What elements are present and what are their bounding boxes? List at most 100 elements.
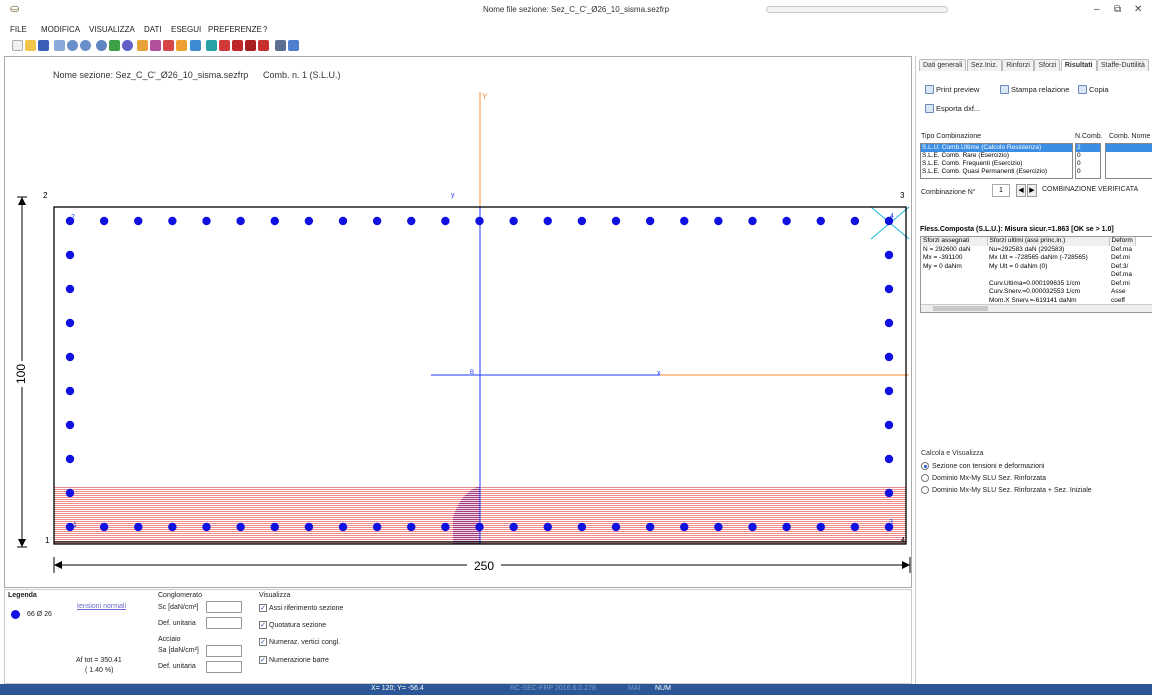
menu-preferenze[interactable]: PREFERENZE	[208, 25, 262, 34]
horizontal-scrollbar[interactable]	[921, 304, 1152, 312]
list-item[interactable]: S.L.E. Comb. Frequenti (Esercizio)	[921, 160, 1072, 168]
sc-field[interactable]	[206, 601, 242, 613]
option-label: Sezione con tensioni e deformazioni	[932, 462, 1045, 470]
check-numeraz-vertici[interactable]: ✓ Numeraz. vertici congl.	[259, 638, 340, 646]
open-icon[interactable]	[25, 40, 36, 51]
rebar	[202, 522, 211, 532]
esporta-dxf-button[interactable]: Esporta dxf...	[925, 104, 980, 113]
radio-selected-icon[interactable]	[921, 462, 929, 470]
checkbox-checked-icon[interactable]: ✓	[259, 604, 267, 612]
rebar	[65, 352, 75, 362]
rebar	[680, 522, 689, 532]
prev-combination-button[interactable]: ◀	[1016, 184, 1026, 197]
print-preview-button[interactable]: Print preview	[925, 85, 979, 94]
next-combination-button[interactable]: ▶	[1027, 184, 1037, 197]
copia-button[interactable]: Copia	[1078, 85, 1109, 94]
combination-number-field[interactable]: 1	[992, 184, 1010, 197]
menu-dati[interactable]: DATI	[144, 25, 162, 34]
menu-esegui[interactable]: ESEGUI	[171, 25, 201, 34]
num-indicator: NUM	[655, 685, 671, 692]
check-numerazione-barre[interactable]: ✓ Numerazione barre	[259, 656, 329, 664]
menu-visualizza[interactable]: VISUALIZZA	[89, 25, 135, 34]
list-item[interactable]: 2	[1076, 144, 1100, 152]
report-red-icon[interactable]	[219, 40, 230, 51]
radio-icon[interactable]	[921, 474, 929, 482]
pan-icon[interactable]	[109, 40, 120, 51]
option-sezione-tensioni[interactable]: Sezione con tensioni e deformazioni	[921, 460, 1151, 472]
tab-dati-generali[interactable]: Dati generali	[919, 59, 967, 71]
tab-sforzi[interactable]: Sforzi	[1034, 59, 1061, 71]
combination-name-list[interactable]	[1105, 143, 1152, 179]
section-icon[interactable]	[137, 40, 148, 51]
option-dominio-slu[interactable]: Dominio Mx-My SLU Sez. Rinforzata	[921, 472, 1151, 484]
checkbox-checked-icon[interactable]: ✓	[259, 638, 267, 646]
bar-label-1: 1	[73, 522, 77, 529]
zoom-out-icon[interactable]	[80, 40, 91, 51]
rebar	[338, 522, 348, 532]
stress-legend-label: tensioni normali	[77, 603, 127, 610]
tab-risultati[interactable]: Risultati	[1060, 59, 1097, 71]
comb-nome-header: Comb. Nome	[1109, 133, 1151, 140]
check-label: Numeraz. vertici congl.	[269, 638, 341, 646]
maximize-button[interactable]: ⧉	[1114, 4, 1121, 15]
report-icon[interactable]	[232, 40, 243, 51]
radio-icon[interactable]	[921, 486, 929, 494]
section-drawing[interactable]: Nome sezione: Sez_C_C'_Ø26_10_sisma.sezf…	[4, 56, 912, 588]
list-item[interactable]: 0	[1076, 160, 1100, 168]
new-icon[interactable]	[12, 40, 23, 51]
menu-file[interactable]: FILE	[10, 25, 27, 34]
tab-sez-iniz[interactable]: Sez.Iniz.	[966, 59, 1002, 71]
close-button[interactable]: ✕	[1134, 4, 1142, 15]
results-icon[interactable]	[206, 40, 217, 51]
list-item[interactable]: S.L.E. Comb. Rare (Esercizio)	[921, 152, 1072, 160]
results-table[interactable]: Sforzi assegnati Sforzi ultimi (assi pri…	[920, 236, 1152, 313]
menu-bar: FILE MODIFICA VISUALIZZA DATI ESEGUI PRE…	[0, 20, 1152, 38]
option-dominio-slu-iniziale[interactable]: Dominio Mx-My SLU Sez. Rinforzata + Sez.…	[921, 484, 1151, 496]
refresh-icon[interactable]	[122, 40, 133, 51]
print-icon[interactable]	[258, 40, 269, 51]
menu-modifica[interactable]: MODIFICA	[41, 25, 80, 34]
checkbox-checked-icon[interactable]: ✓	[259, 656, 267, 664]
list-item[interactable]: S.L.U. Comb.Ultime (Calcolo Resistenza)	[921, 144, 1072, 152]
rebar	[782, 216, 791, 226]
minimize-button[interactable]: –	[1094, 4, 1100, 15]
tab-rinforzi[interactable]: Rinforzi	[1002, 59, 1034, 71]
zoom-in-icon[interactable]	[67, 40, 78, 51]
section-canvas[interactable]: 250 100 Y y x B 1 2 3 4 1 2 3 4	[5, 57, 911, 587]
stampa-relazione-button[interactable]: Stampa relazione	[1000, 85, 1069, 94]
export-icon[interactable]	[275, 40, 286, 51]
frp-icon[interactable]	[176, 40, 187, 51]
vertex-label-2: 2	[43, 191, 48, 200]
rebar	[884, 386, 894, 396]
window-title: Nome file sezione: Sez_C_C'_Ø26_10_sisma…	[482, 5, 670, 14]
list-item[interactable]: 0	[1076, 168, 1100, 176]
domain-icon[interactable]	[245, 40, 256, 51]
list-item[interactable]: S.L.E. Comb. Quasi Permanenti (Esercizio…	[921, 168, 1072, 176]
def-conglomerato-field[interactable]	[206, 617, 242, 629]
list-item[interactable]	[1106, 144, 1152, 152]
table-row: Curv.Snerv.=0.000032553 1/cm Asse	[921, 288, 1135, 297]
rebar	[714, 522, 723, 532]
checkbox-checked-icon[interactable]: ✓	[259, 621, 267, 629]
tab-staffe-duttilita[interactable]: Staffe-Duttilità	[1097, 59, 1149, 71]
copy-icon[interactable]	[54, 40, 65, 51]
calc-icon[interactable]	[190, 40, 201, 51]
rebar	[65, 488, 75, 498]
sa-field[interactable]	[206, 645, 242, 657]
save-icon[interactable]	[38, 40, 49, 51]
check-assi-riferimento[interactable]: ✓ Assi riferimento sezione	[259, 604, 343, 612]
bars-icon[interactable]	[150, 40, 161, 51]
list-item[interactable]: 0	[1076, 152, 1100, 160]
def-conglomerato-label: Def. unitaria	[158, 620, 196, 627]
combination-type-list[interactable]: S.L.U. Comb.Ultime (Calcolo Resistenza) …	[920, 143, 1073, 179]
scroll-thumb[interactable]	[933, 306, 988, 311]
zoom-prev-icon[interactable]	[96, 40, 107, 51]
rebar	[816, 522, 825, 532]
loads-icon[interactable]	[163, 40, 174, 51]
combination-count-list[interactable]: 2 0 0 0	[1075, 143, 1101, 179]
menu-help[interactable]: ?	[263, 25, 267, 34]
check-quotatura[interactable]: ✓ Quotatura sezione	[259, 621, 326, 629]
def-acciaio-field[interactable]	[206, 661, 242, 673]
info-icon[interactable]	[288, 40, 299, 51]
rebar	[884, 454, 894, 464]
